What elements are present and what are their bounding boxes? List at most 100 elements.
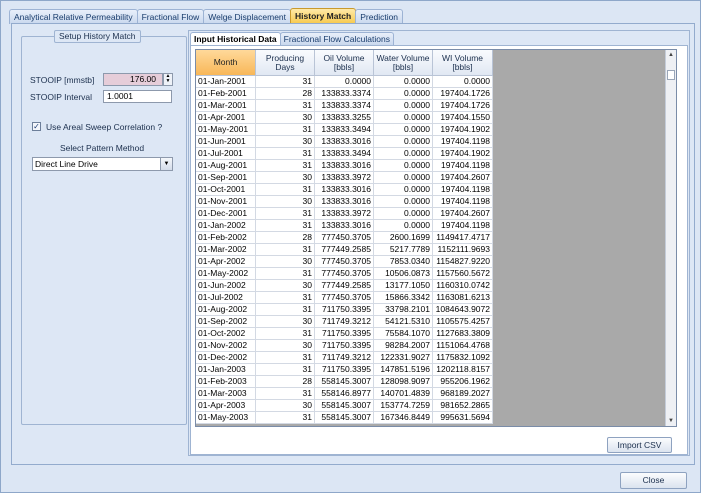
cell-water-volume[interactable]: 0.0000 — [374, 208, 433, 220]
cell-oil-volume[interactable]: 558145.3007 — [315, 412, 374, 424]
cell-wi-volume[interactable]: 1152111.9693 — [433, 244, 493, 256]
cell-oil-volume[interactable]: 133833.3016 — [315, 196, 374, 208]
table-row[interactable]: 01-Sep-2002 30 711749.3212 54121.5310 110557… — [196, 316, 493, 328]
cell-month[interactable]: 01-Nov-2002 — [196, 340, 256, 352]
table-row[interactable]: 01-Mar-2002 31 777449.2585 5217.7789 1152111… — [196, 244, 493, 256]
column-header-water-volume[interactable]: Water Volume [bbls] — [374, 50, 433, 76]
cell-month[interactable]: 01-May-2003 — [196, 412, 256, 424]
table-row[interactable]: 01-May-2003 31 558145.3007 167346.8449 99563… — [196, 412, 493, 424]
cell-wi-volume[interactable]: 197404.1726 — [433, 88, 493, 100]
cell-month[interactable]: 01-Mar-2002 — [196, 244, 256, 256]
cell-water-volume[interactable]: 0.0000 — [374, 100, 433, 112]
cell-water-volume[interactable]: 10506.0873 — [374, 268, 433, 280]
table-row[interactable]: 01-Oct-2001 31 133833.3016 0.0000 197404.119… — [196, 184, 493, 196]
cell-producing-days[interactable]: 31 — [256, 364, 315, 376]
cell-month[interactable]: 01-Sep-2001 — [196, 172, 256, 184]
cell-producing-days[interactable]: 31 — [256, 160, 315, 172]
cell-producing-days[interactable]: 31 — [256, 328, 315, 340]
cell-month[interactable]: 01-Sep-2002 — [196, 316, 256, 328]
cell-wi-volume[interactable]: 1157560.5672 — [433, 268, 493, 280]
cell-wi-volume[interactable]: 197404.1198 — [433, 136, 493, 148]
cell-oil-volume[interactable]: 133833.3016 — [315, 160, 374, 172]
tab-fractional-flow-calculations[interactable]: Fractional Flow Calculations — [279, 32, 394, 45]
cell-wi-volume[interactable]: 1163081.6213 — [433, 292, 493, 304]
cell-producing-days[interactable]: 30 — [256, 172, 315, 184]
cell-water-volume[interactable]: 13177.1050 — [374, 280, 433, 292]
tab-fractional-flow[interactable]: Fractional Flow — [136, 9, 205, 24]
pattern-method-select[interactable]: Direct Line Drive ▼ — [32, 157, 173, 171]
cell-oil-volume[interactable]: 133833.3374 — [315, 88, 374, 100]
cell-wi-volume[interactable]: 1149417.4717 — [433, 232, 493, 244]
cell-month[interactable]: 01-Jan-2002 — [196, 220, 256, 232]
table-row[interactable]: 01-Apr-2001 30 133833.3255 0.0000 197404.155… — [196, 112, 493, 124]
cell-producing-days[interactable]: 31 — [256, 100, 315, 112]
cell-oil-volume[interactable]: 777449.2585 — [315, 280, 374, 292]
cell-water-volume[interactable]: 75584.1070 — [374, 328, 433, 340]
cell-oil-volume[interactable]: 777449.2585 — [315, 244, 374, 256]
cell-producing-days[interactable]: 31 — [256, 124, 315, 136]
cell-oil-volume[interactable]: 711750.3395 — [315, 364, 374, 376]
column-header-month[interactable]: Month — [196, 50, 256, 76]
tab-prediction[interactable]: Prediction — [355, 9, 404, 24]
cell-month[interactable]: 01-Mar-2003 — [196, 388, 256, 400]
table-row[interactable]: 01-May-2002 31 777450.3705 10506.0873 115756… — [196, 268, 493, 280]
cell-wi-volume[interactable]: 197404.1726 — [433, 100, 493, 112]
cell-water-volume[interactable]: 0.0000 — [374, 136, 433, 148]
cell-water-volume[interactable]: 0.0000 — [374, 196, 433, 208]
table-row[interactable]: 01-Nov-2002 30 711750.3395 98284.2007 115106… — [196, 340, 493, 352]
cell-producing-days[interactable]: 28 — [256, 376, 315, 388]
cell-month[interactable]: 01-Oct-2001 — [196, 184, 256, 196]
cell-month[interactable]: 01-Jul-2002 — [196, 292, 256, 304]
cell-producing-days[interactable]: 30 — [256, 400, 315, 412]
cell-oil-volume[interactable]: 558145.3007 — [315, 376, 374, 388]
cell-month[interactable]: 01-Oct-2002 — [196, 328, 256, 340]
table-row[interactable]: 01-Jan-2003 31 711750.3395 147851.5196 12021… — [196, 364, 493, 376]
cell-oil-volume[interactable]: 711750.3395 — [315, 304, 374, 316]
cell-oil-volume[interactable]: 558146.8977 — [315, 388, 374, 400]
table-row[interactable]: 01-Dec-2002 31 711749.3212 122331.9027 11758… — [196, 352, 493, 364]
cell-wi-volume[interactable]: 1127683.3809 — [433, 328, 493, 340]
table-row[interactable]: 01-Oct-2002 31 711750.3395 75584.1070 112768… — [196, 328, 493, 340]
cell-wi-volume[interactable]: 968189.2027 — [433, 388, 493, 400]
cell-month[interactable]: 01-Aug-2002 — [196, 304, 256, 316]
cell-producing-days[interactable]: 31 — [256, 352, 315, 364]
cell-month[interactable]: 01-Nov-2001 — [196, 196, 256, 208]
cell-producing-days[interactable]: 30 — [256, 112, 315, 124]
cell-water-volume[interactable]: 0.0000 — [374, 148, 433, 160]
cell-wi-volume[interactable]: 1160310.0742 — [433, 280, 493, 292]
cell-water-volume[interactable]: 0.0000 — [374, 220, 433, 232]
table-row[interactable]: 01-Nov-2001 30 133833.3016 0.0000 197404.119… — [196, 196, 493, 208]
table-row[interactable]: 01-Feb-2001 28 133833.3374 0.0000 197404.172… — [196, 88, 493, 100]
tab-welge-displacement[interactable]: Welge Displacement — [203, 9, 292, 24]
cell-month[interactable]: 01-Jun-2001 — [196, 136, 256, 148]
cell-water-volume[interactable]: 15866.3342 — [374, 292, 433, 304]
cell-water-volume[interactable]: 0.0000 — [374, 184, 433, 196]
cell-producing-days[interactable]: 30 — [256, 316, 315, 328]
table-row[interactable]: 01-May-2001 31 133833.3494 0.0000 197404.190… — [196, 124, 493, 136]
historical-data-grid[interactable]: Month Producing Days Oil Volume [bbls] W… — [195, 49, 677, 427]
cell-wi-volume[interactable]: 197404.1902 — [433, 124, 493, 136]
cell-producing-days[interactable]: 30 — [256, 136, 315, 148]
tab-input-historical-data[interactable]: Input Historical Data — [190, 32, 281, 45]
cell-water-volume[interactable]: 0.0000 — [374, 76, 433, 88]
cell-month[interactable]: 01-Aug-2001 — [196, 160, 256, 172]
cell-oil-volume[interactable]: 777450.3705 — [315, 268, 374, 280]
table-row[interactable]: 01-Jul-2002 31 777450.3705 15866.3342 116308… — [196, 292, 493, 304]
cell-water-volume[interactable]: 122331.9027 — [374, 352, 433, 364]
cell-producing-days[interactable]: 31 — [256, 148, 315, 160]
cell-wi-volume[interactable]: 995631.5694 — [433, 412, 493, 424]
cell-producing-days[interactable]: 31 — [256, 208, 315, 220]
cell-water-volume[interactable]: 153774.7259 — [374, 400, 433, 412]
table-row[interactable]: 01-Mar-2003 31 558146.8977 140701.4839 96818… — [196, 388, 493, 400]
cell-month[interactable]: 01-Jan-2003 — [196, 364, 256, 376]
stooip-input[interactable]: 176.00 — [103, 73, 163, 86]
cell-water-volume[interactable]: 0.0000 — [374, 88, 433, 100]
tab-history-match[interactable]: History Match — [290, 8, 357, 24]
cell-month[interactable]: 01-Jan-2001 — [196, 76, 256, 88]
cell-oil-volume[interactable]: 133833.3374 — [315, 100, 374, 112]
cell-producing-days[interactable]: 30 — [256, 256, 315, 268]
stooip-spinner[interactable]: ▲ ▼ — [163, 73, 173, 86]
cell-month[interactable]: 01-Feb-2001 — [196, 88, 256, 100]
cell-water-volume[interactable]: 5217.7789 — [374, 244, 433, 256]
cell-oil-volume[interactable]: 133833.3972 — [315, 208, 374, 220]
